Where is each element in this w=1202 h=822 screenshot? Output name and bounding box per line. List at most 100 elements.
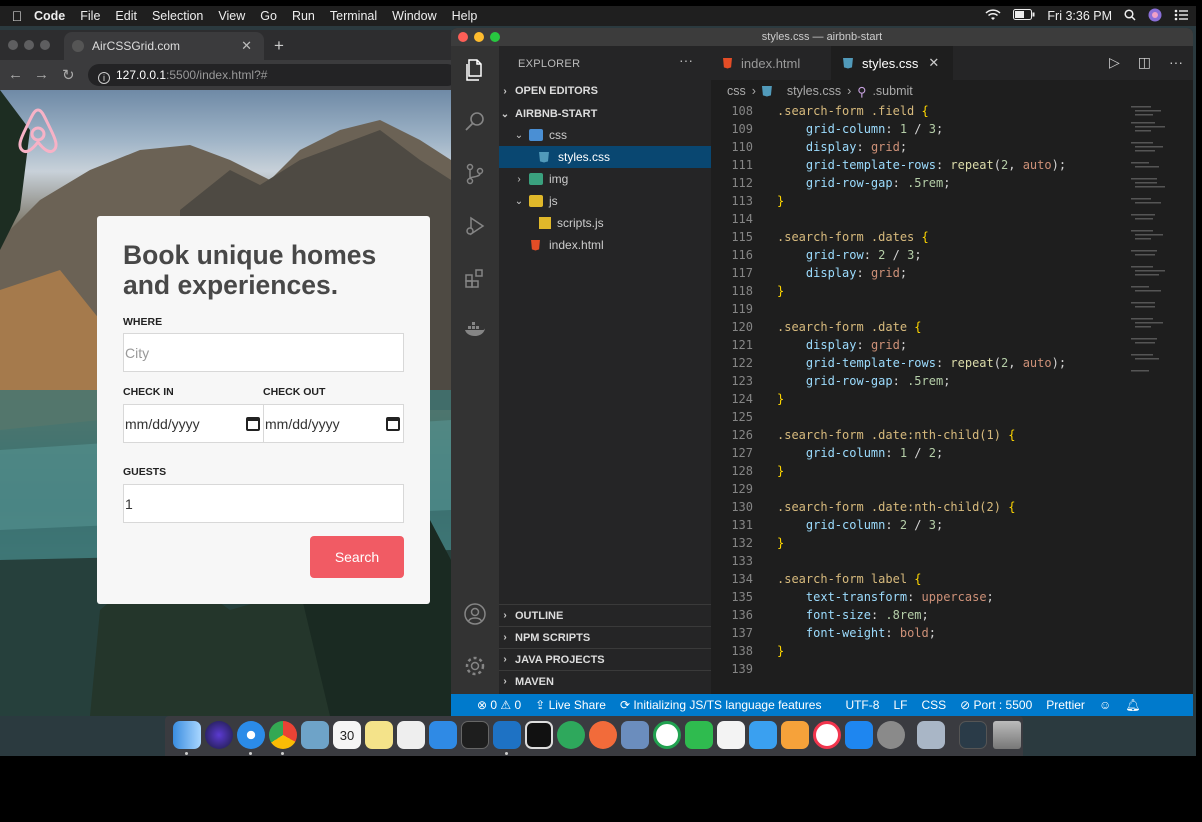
- tree-item-img-folder[interactable]: › img: [499, 168, 711, 190]
- search-button[interactable]: Search: [310, 536, 404, 578]
- facetime-icon[interactable]: [685, 721, 713, 749]
- terminal-icon[interactable]: [461, 721, 489, 749]
- calendar-icon[interactable]: [386, 417, 400, 431]
- tab-index-html[interactable]: index.html: [711, 46, 831, 80]
- reminders-icon[interactable]: [397, 721, 425, 749]
- mongodb-icon[interactable]: [653, 721, 681, 749]
- numbers-icon[interactable]: [717, 721, 745, 749]
- xcode-icon[interactable]: [429, 721, 457, 749]
- encoding-indicator[interactable]: UTF-8: [845, 698, 879, 712]
- close-window-button[interactable]: [8, 40, 18, 50]
- explorer-icon[interactable]: [463, 58, 487, 82]
- js-ts-status[interactable]: ⟳ Initializing JS/TS language features: [620, 698, 822, 712]
- eol-indicator[interactable]: LF: [893, 698, 907, 712]
- run-icon[interactable]: ▷: [1109, 54, 1120, 71]
- chrome-icon[interactable]: [269, 721, 297, 749]
- finder-icon[interactable]: [173, 721, 201, 749]
- control-center-icon[interactable]: [1174, 9, 1188, 24]
- live-share-button[interactable]: ⇪ Live Share: [535, 698, 606, 712]
- menu-selection[interactable]: Selection: [152, 9, 203, 23]
- back-icon[interactable]: ←: [8, 66, 23, 83]
- feedback-icon[interactable]: ☺: [1099, 698, 1111, 712]
- site-info-icon[interactable]: i: [98, 72, 110, 84]
- city-input[interactable]: City: [123, 333, 404, 372]
- clock[interactable]: Fri 3:36 PM: [1047, 9, 1112, 23]
- outline-section[interactable]: › OUTLINE: [499, 604, 711, 626]
- minimize-window-button[interactable]: [24, 40, 34, 50]
- trash-icon[interactable]: [993, 721, 1021, 749]
- tree-item-css-folder[interactable]: ⌄ css: [499, 124, 711, 146]
- tree-item-index-html[interactable]: index.html: [499, 234, 711, 256]
- menu-file[interactable]: File: [80, 9, 100, 23]
- menu-edit[interactable]: Edit: [115, 9, 137, 23]
- preview-icon[interactable]: [301, 721, 329, 749]
- split-editor-icon[interactable]: ◫: [1138, 54, 1151, 71]
- screenshot-stack-icon[interactable]: [959, 721, 987, 749]
- source-control-icon[interactable]: [463, 162, 487, 186]
- menu-run[interactable]: Run: [292, 9, 315, 23]
- minimize-window-button[interactable]: [474, 32, 484, 42]
- check-in-date-input[interactable]: mm/dd/yyyy: [123, 404, 264, 443]
- project-section[interactable]: ⌄ AIRBNB-START: [499, 103, 711, 125]
- java-projects-section[interactable]: › JAVA PROJECTS: [499, 648, 711, 670]
- check-out-date-input[interactable]: mm/dd/yyyy: [263, 404, 404, 443]
- more-actions-icon[interactable]: ···: [679, 52, 693, 68]
- vscode-icon[interactable]: [493, 721, 521, 749]
- postman-icon[interactable]: [589, 721, 617, 749]
- siri-icon[interactable]: [205, 721, 233, 749]
- notifications-bell-icon[interactable]: 🔔︎: [1125, 698, 1140, 712]
- browser-tab[interactable]: AirCSSGrid.com ✕: [64, 32, 264, 60]
- search-icon[interactable]: [463, 110, 487, 134]
- forward-icon[interactable]: →: [34, 66, 49, 83]
- settings-gear-icon[interactable]: [463, 654, 487, 678]
- code-editor[interactable]: 108 .search-form .field {109 grid-column:…: [711, 102, 1131, 694]
- close-tab-icon[interactable]: ✕: [928, 55, 939, 71]
- apple-icon[interactable]: : [0, 8, 34, 24]
- system-preferences-icon[interactable]: [877, 721, 905, 749]
- battery-icon[interactable]: [1013, 9, 1035, 23]
- close-tab-icon[interactable]: ✕: [241, 38, 252, 54]
- more-actions-icon[interactable]: ···: [1169, 54, 1183, 71]
- postgres-icon[interactable]: [621, 721, 649, 749]
- npm-scripts-section[interactable]: › NPM SCRIPTS: [499, 626, 711, 648]
- keynote-icon[interactable]: [749, 721, 777, 749]
- menu-go[interactable]: Go: [260, 9, 277, 23]
- zoom-window-button[interactable]: [490, 32, 500, 42]
- siri-icon[interactable]: [1148, 8, 1162, 25]
- menu-view[interactable]: View: [218, 9, 245, 23]
- extensions-icon[interactable]: [463, 266, 487, 290]
- guests-input[interactable]: 1: [123, 484, 404, 523]
- reload-icon[interactable]: ↻: [62, 66, 75, 84]
- open-editors-section[interactable]: › OPEN EDITORS: [499, 80, 711, 102]
- tab-styles-css[interactable]: styles.css ✕: [831, 46, 953, 80]
- pages-icon[interactable]: [781, 721, 809, 749]
- safari-icon[interactable]: [237, 721, 265, 749]
- airbnb-logo-icon[interactable]: [14, 104, 62, 156]
- breadcrumb-file[interactable]: styles.css: [787, 84, 841, 98]
- minimap[interactable]: [1129, 102, 1181, 382]
- atom-icon[interactable]: [557, 721, 585, 749]
- language-mode-indicator[interactable]: CSS: [921, 698, 946, 712]
- problems-indicator[interactable]: ⊗ 0 ⚠ 0: [477, 698, 521, 712]
- zoom-window-button[interactable]: [40, 40, 50, 50]
- address-bar[interactable]: i 127.0.0.1:5500/index.html?#: [88, 64, 451, 86]
- run-debug-icon[interactable]: [463, 214, 487, 238]
- app-store-icon[interactable]: [845, 721, 873, 749]
- spotlight-search-icon[interactable]: [1124, 8, 1136, 24]
- downloads-stack-icon[interactable]: [917, 721, 945, 749]
- menu-help[interactable]: Help: [452, 9, 478, 23]
- tree-item-scripts-js[interactable]: scripts.js: [499, 212, 711, 234]
- intellij-icon[interactable]: [525, 721, 553, 749]
- prettier-indicator[interactable]: Prettier: [1046, 698, 1085, 712]
- menu-app-name[interactable]: Code: [34, 9, 65, 23]
- close-window-button[interactable]: [458, 32, 468, 42]
- tree-item-js-folder[interactable]: ⌄ js: [499, 190, 711, 212]
- wifi-icon[interactable]: [985, 8, 1001, 24]
- breadcrumb-symbol[interactable]: .submit: [872, 84, 912, 98]
- tree-item-styles-css[interactable]: styles.css: [499, 146, 711, 168]
- breadcrumb-folder[interactable]: css: [727, 84, 746, 98]
- menu-window[interactable]: Window: [392, 9, 436, 23]
- calendar-icon[interactable]: 30: [333, 721, 361, 749]
- maven-section[interactable]: › MAVEN: [499, 670, 711, 692]
- live-server-port[interactable]: ⊘ Port : 5500: [960, 698, 1032, 712]
